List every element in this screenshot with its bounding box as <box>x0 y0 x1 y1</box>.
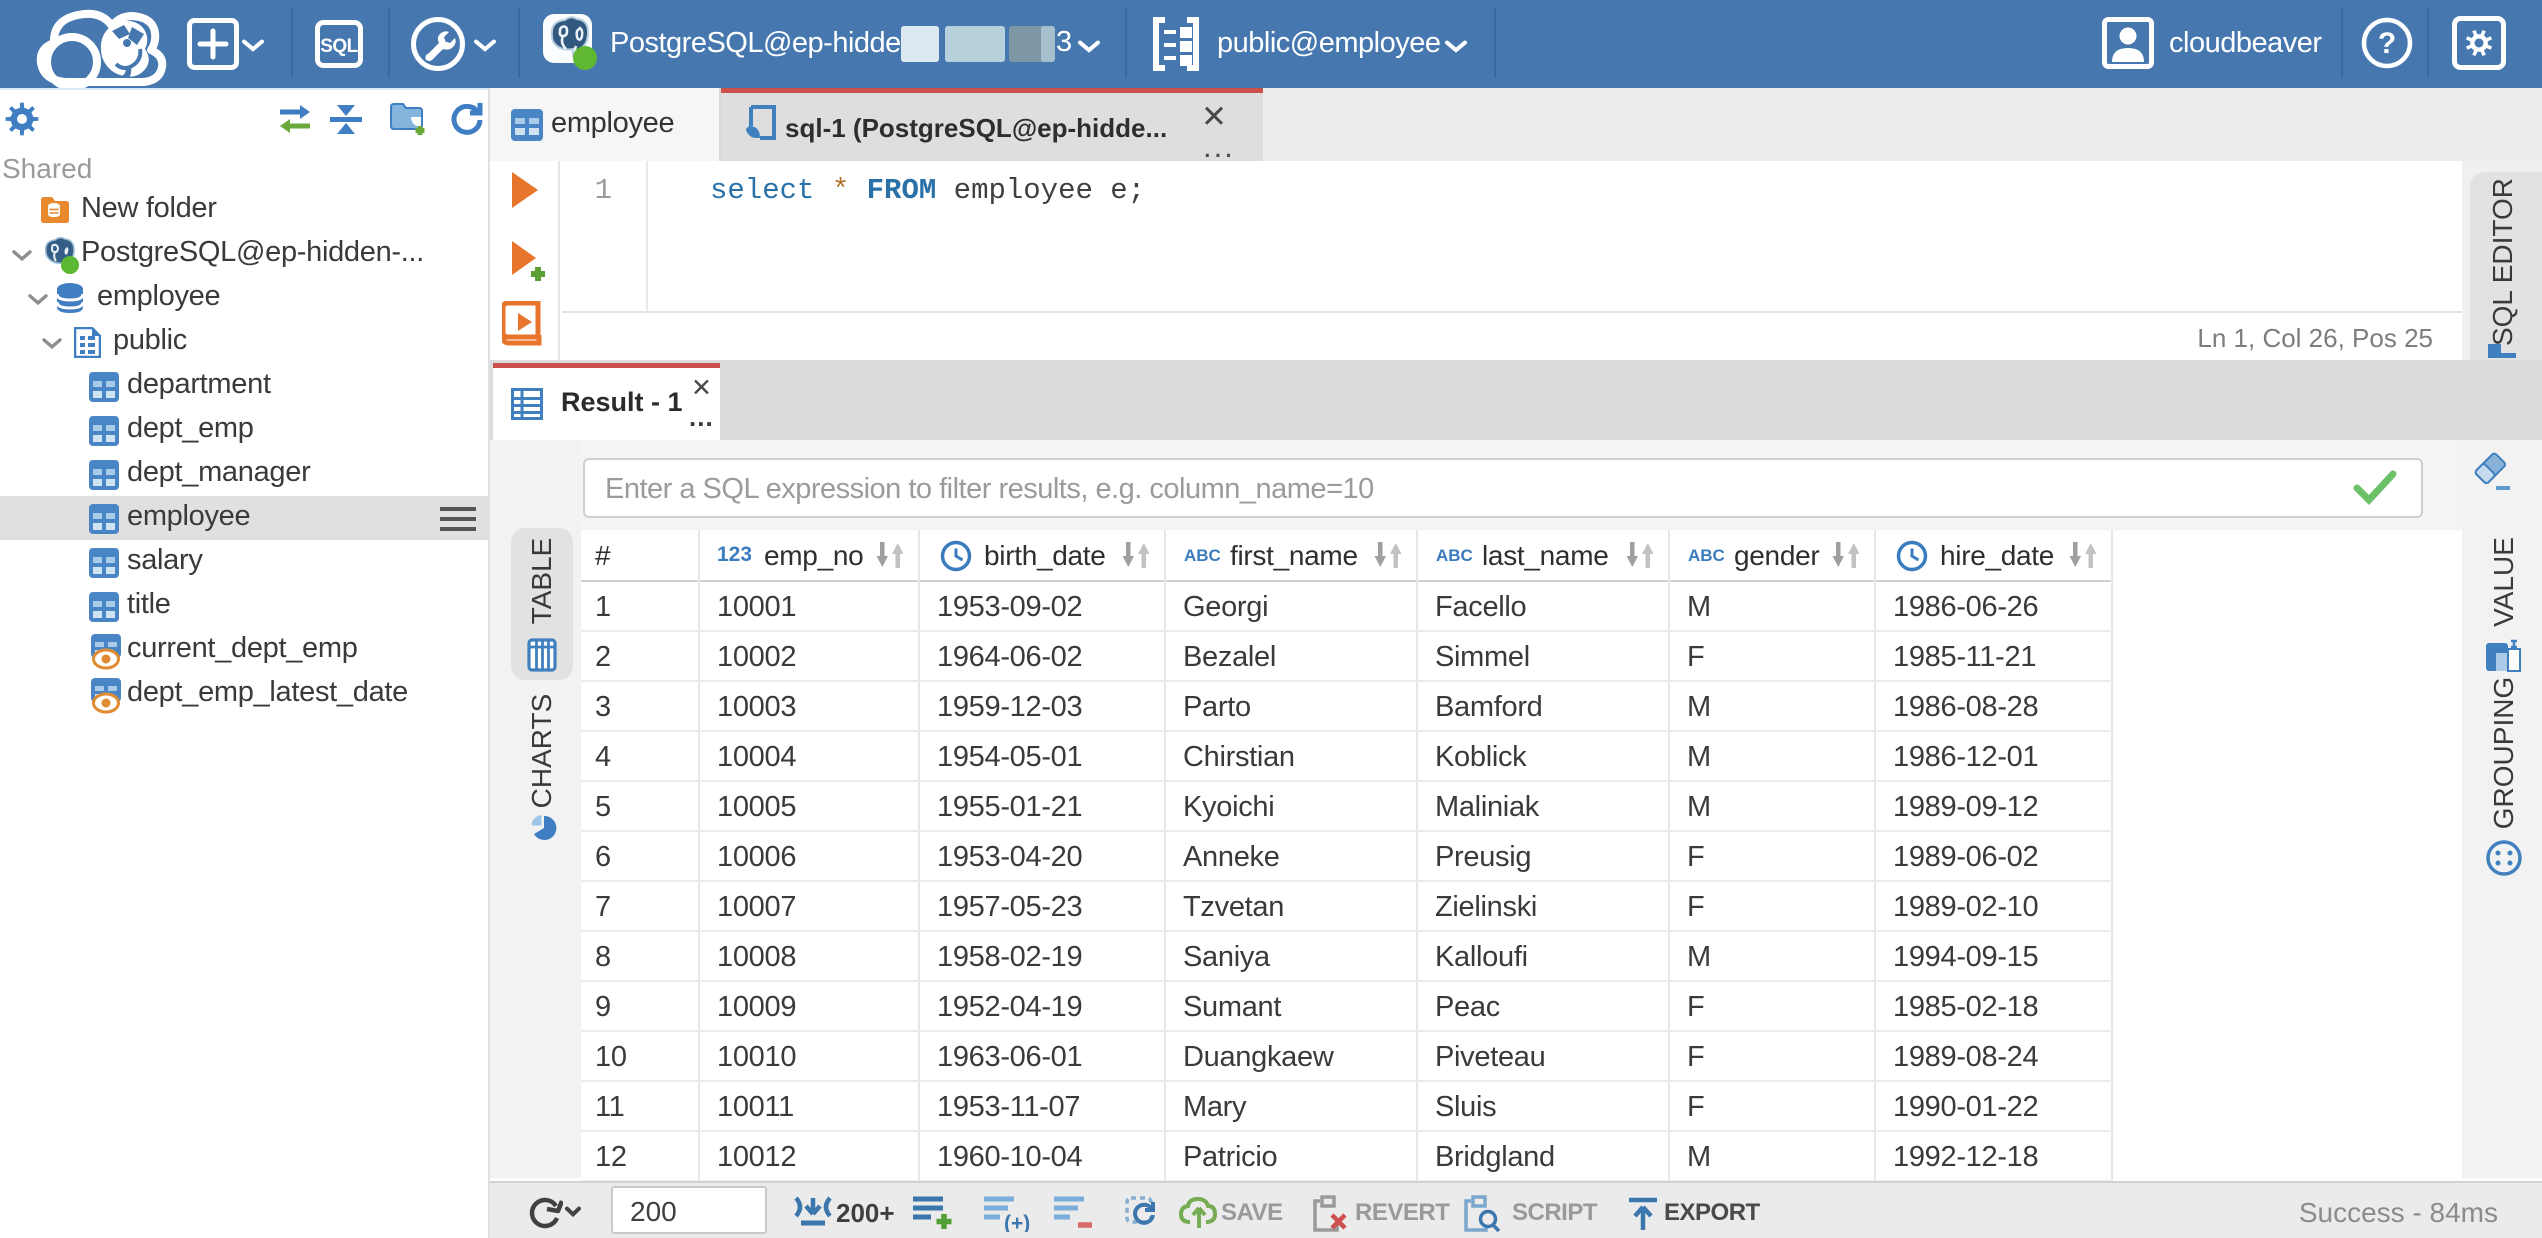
svg-text:ABC: ABC <box>1436 546 1472 565</box>
svg-text:(+): (+) <box>1004 1212 1030 1232</box>
svg-text:ABC: ABC <box>1184 546 1220 565</box>
svg-text:ABC: ABC <box>1688 546 1724 565</box>
svg-text:?: ? <box>2378 27 2396 60</box>
svg-text:123: 123 <box>717 543 751 566</box>
svg-text:SQL: SQL <box>320 36 358 57</box>
